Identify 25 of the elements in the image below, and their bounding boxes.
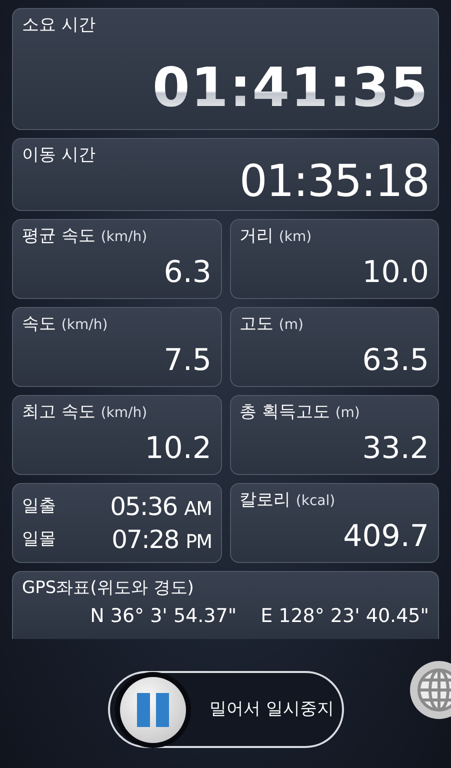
stat-value: 63.5 <box>362 346 429 376</box>
stat-value: 409.7 <box>343 522 429 552</box>
stat-label: 속도 (km/h) <box>22 314 109 334</box>
latitude: N 36° 3' 54.37" <box>90 604 237 630</box>
stat-label: 칼로리 (kcal) <box>240 490 336 510</box>
sun-time: 05:36 AM <box>110 494 212 519</box>
stat-value: 7.5 <box>164 346 212 376</box>
stat-label: 총 획득고도 (m) <box>240 402 361 422</box>
stat-label: 최고 속도 (km/h) <box>22 402 148 422</box>
stat-value: 6.3 <box>164 258 212 288</box>
stat-value: 10.2 <box>144 434 212 464</box>
sun-label: 일출 <box>22 496 56 517</box>
globe-icon[interactable] <box>409 660 451 720</box>
panel-label: 소요 시간 <box>22 15 96 36</box>
stat-value: 10.0 <box>362 258 429 288</box>
panel-label: 이동 시간 <box>22 145 96 166</box>
sun-label: 일몰 <box>22 529 56 550</box>
stat-value: 33.2 <box>362 434 429 464</box>
sun-time: 07:28 PM <box>112 527 212 552</box>
stat-label: 거리 (km) <box>240 226 313 246</box>
longitude: E 128° 23' 40.45" <box>260 604 429 630</box>
stat-label: 고도 (m) <box>240 314 304 334</box>
moving-time: 01:35:18 <box>239 160 429 204</box>
gps-label: GPS좌표(위도와 경도) <box>22 578 195 598</box>
stat-label: 평균 속도 (km/h) <box>22 226 148 246</box>
